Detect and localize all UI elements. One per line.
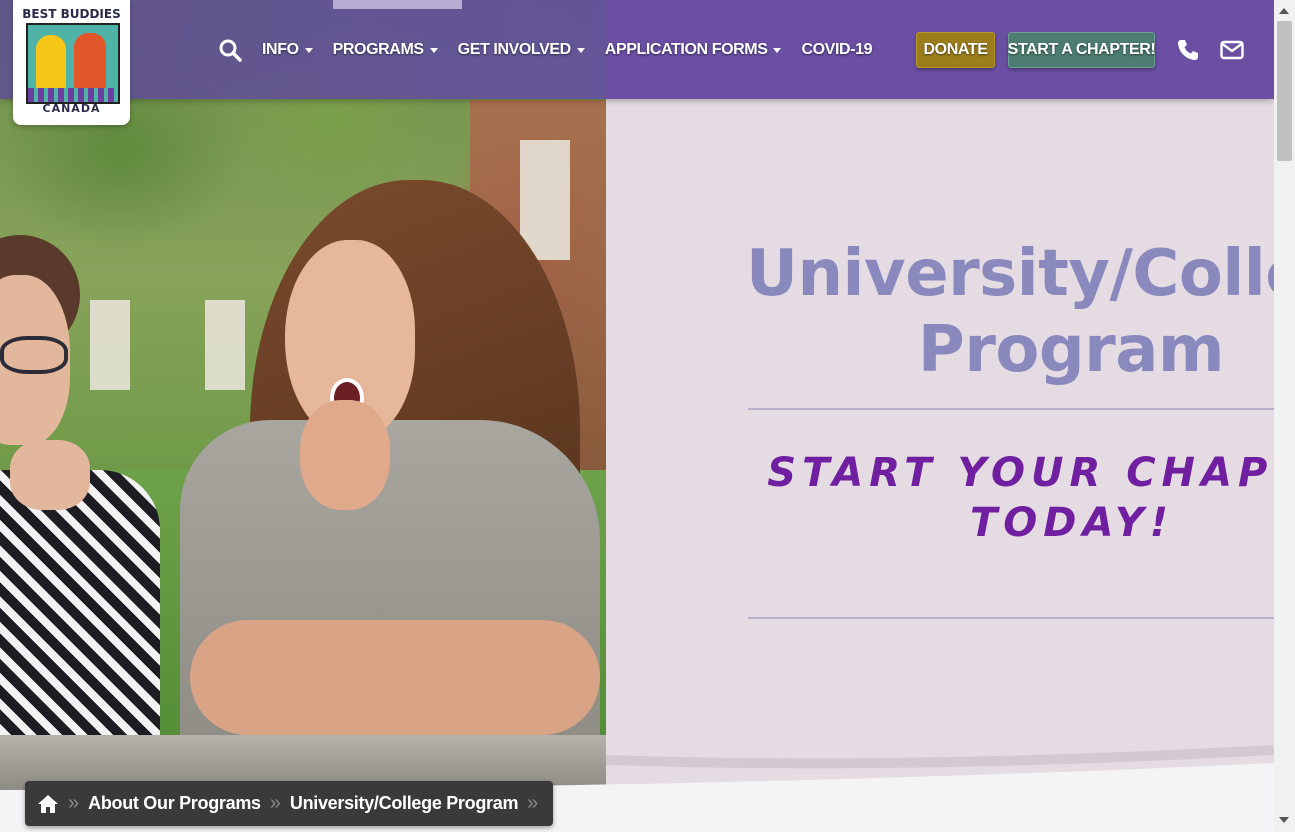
nav-item-programs[interactable]: PROGRAMS [323, 28, 448, 72]
caret-down-icon [304, 47, 313, 53]
search-icon[interactable] [208, 28, 252, 72]
nav-item-label: GET INVOLVED [457, 41, 572, 58]
scroll-up-arrow-icon[interactable] [1279, 8, 1289, 14]
hero-title-line2: Program [917, 313, 1225, 387]
active-tab-indicator [333, 0, 462, 9]
donate-button[interactable]: DONATE [916, 32, 995, 68]
hero-title: University/College Program [746, 236, 1274, 388]
phone-icon[interactable] [1166, 28, 1210, 72]
start-chapter-button[interactable]: START A CHAPTER! [1008, 32, 1156, 68]
breadcrumb-item-about-our-programs[interactable]: About Our Programs [88, 793, 261, 814]
hero-banner: University/College Program START YOUR CH… [0, 0, 1274, 790]
mail-icon[interactable] [1210, 28, 1254, 72]
logo-top-text: BEST BUDDIES [22, 7, 121, 21]
hero-divider-top [748, 408, 1274, 410]
scroll-down-arrow-icon[interactable] [1279, 817, 1289, 823]
caret-down-icon [576, 47, 585, 53]
nav-item-info[interactable]: INFO [252, 28, 323, 72]
nav-item-get-involved[interactable]: GET INVOLVED [448, 28, 595, 72]
scrollbar-thumb[interactable] [1277, 21, 1292, 161]
nav-item-application-forms[interactable]: APPLICATION FORMS [595, 28, 792, 72]
hero-subtitle[interactable]: START YOUR CHAPTER TODAY! [760, 448, 1274, 548]
logo-bottom-text: CANADA [42, 102, 101, 115]
logo-buddies-icon [26, 23, 120, 104]
nav-item-label: PROGRAMS [332, 41, 424, 58]
main-nav: INFO PROGRAMS GET INVOLVED APPLICATION F… [208, 28, 882, 72]
breadcrumb-separator: » [269, 792, 281, 814]
breadcrumb: » About Our Programs » University/Colleg… [25, 781, 553, 826]
home-icon[interactable] [37, 794, 59, 814]
hero-title-line1: University/College [746, 237, 1274, 311]
nav-item-covid-19[interactable]: COVID-19 [791, 28, 882, 72]
page-scrollbar[interactable] [1274, 0, 1295, 832]
hero-divider-bottom [748, 617, 1274, 619]
hero-subtitle-line2: TODAY! [969, 500, 1175, 546]
site-header: INFO PROGRAMS GET INVOLVED APPLICATION F… [0, 0, 1274, 99]
nav-item-label: INFO [262, 41, 299, 58]
nav-item-label: APPLICATION FORMS [604, 41, 768, 58]
best-buddies-logo[interactable]: BEST BUDDIES CANADA [13, 0, 130, 125]
breadcrumb-separator: » [527, 792, 539, 814]
hero-bottom-curve [0, 745, 1274, 790]
breadcrumb-item-university-college-program[interactable]: University/College Program [290, 793, 519, 814]
nav-item-label: COVID-19 [801, 41, 873, 58]
caret-down-icon [429, 47, 438, 53]
caret-down-icon [773, 47, 782, 53]
hero-subtitle-line1: START YOUR CHAPTER [767, 450, 1274, 496]
breadcrumb-separator: » [68, 792, 80, 814]
